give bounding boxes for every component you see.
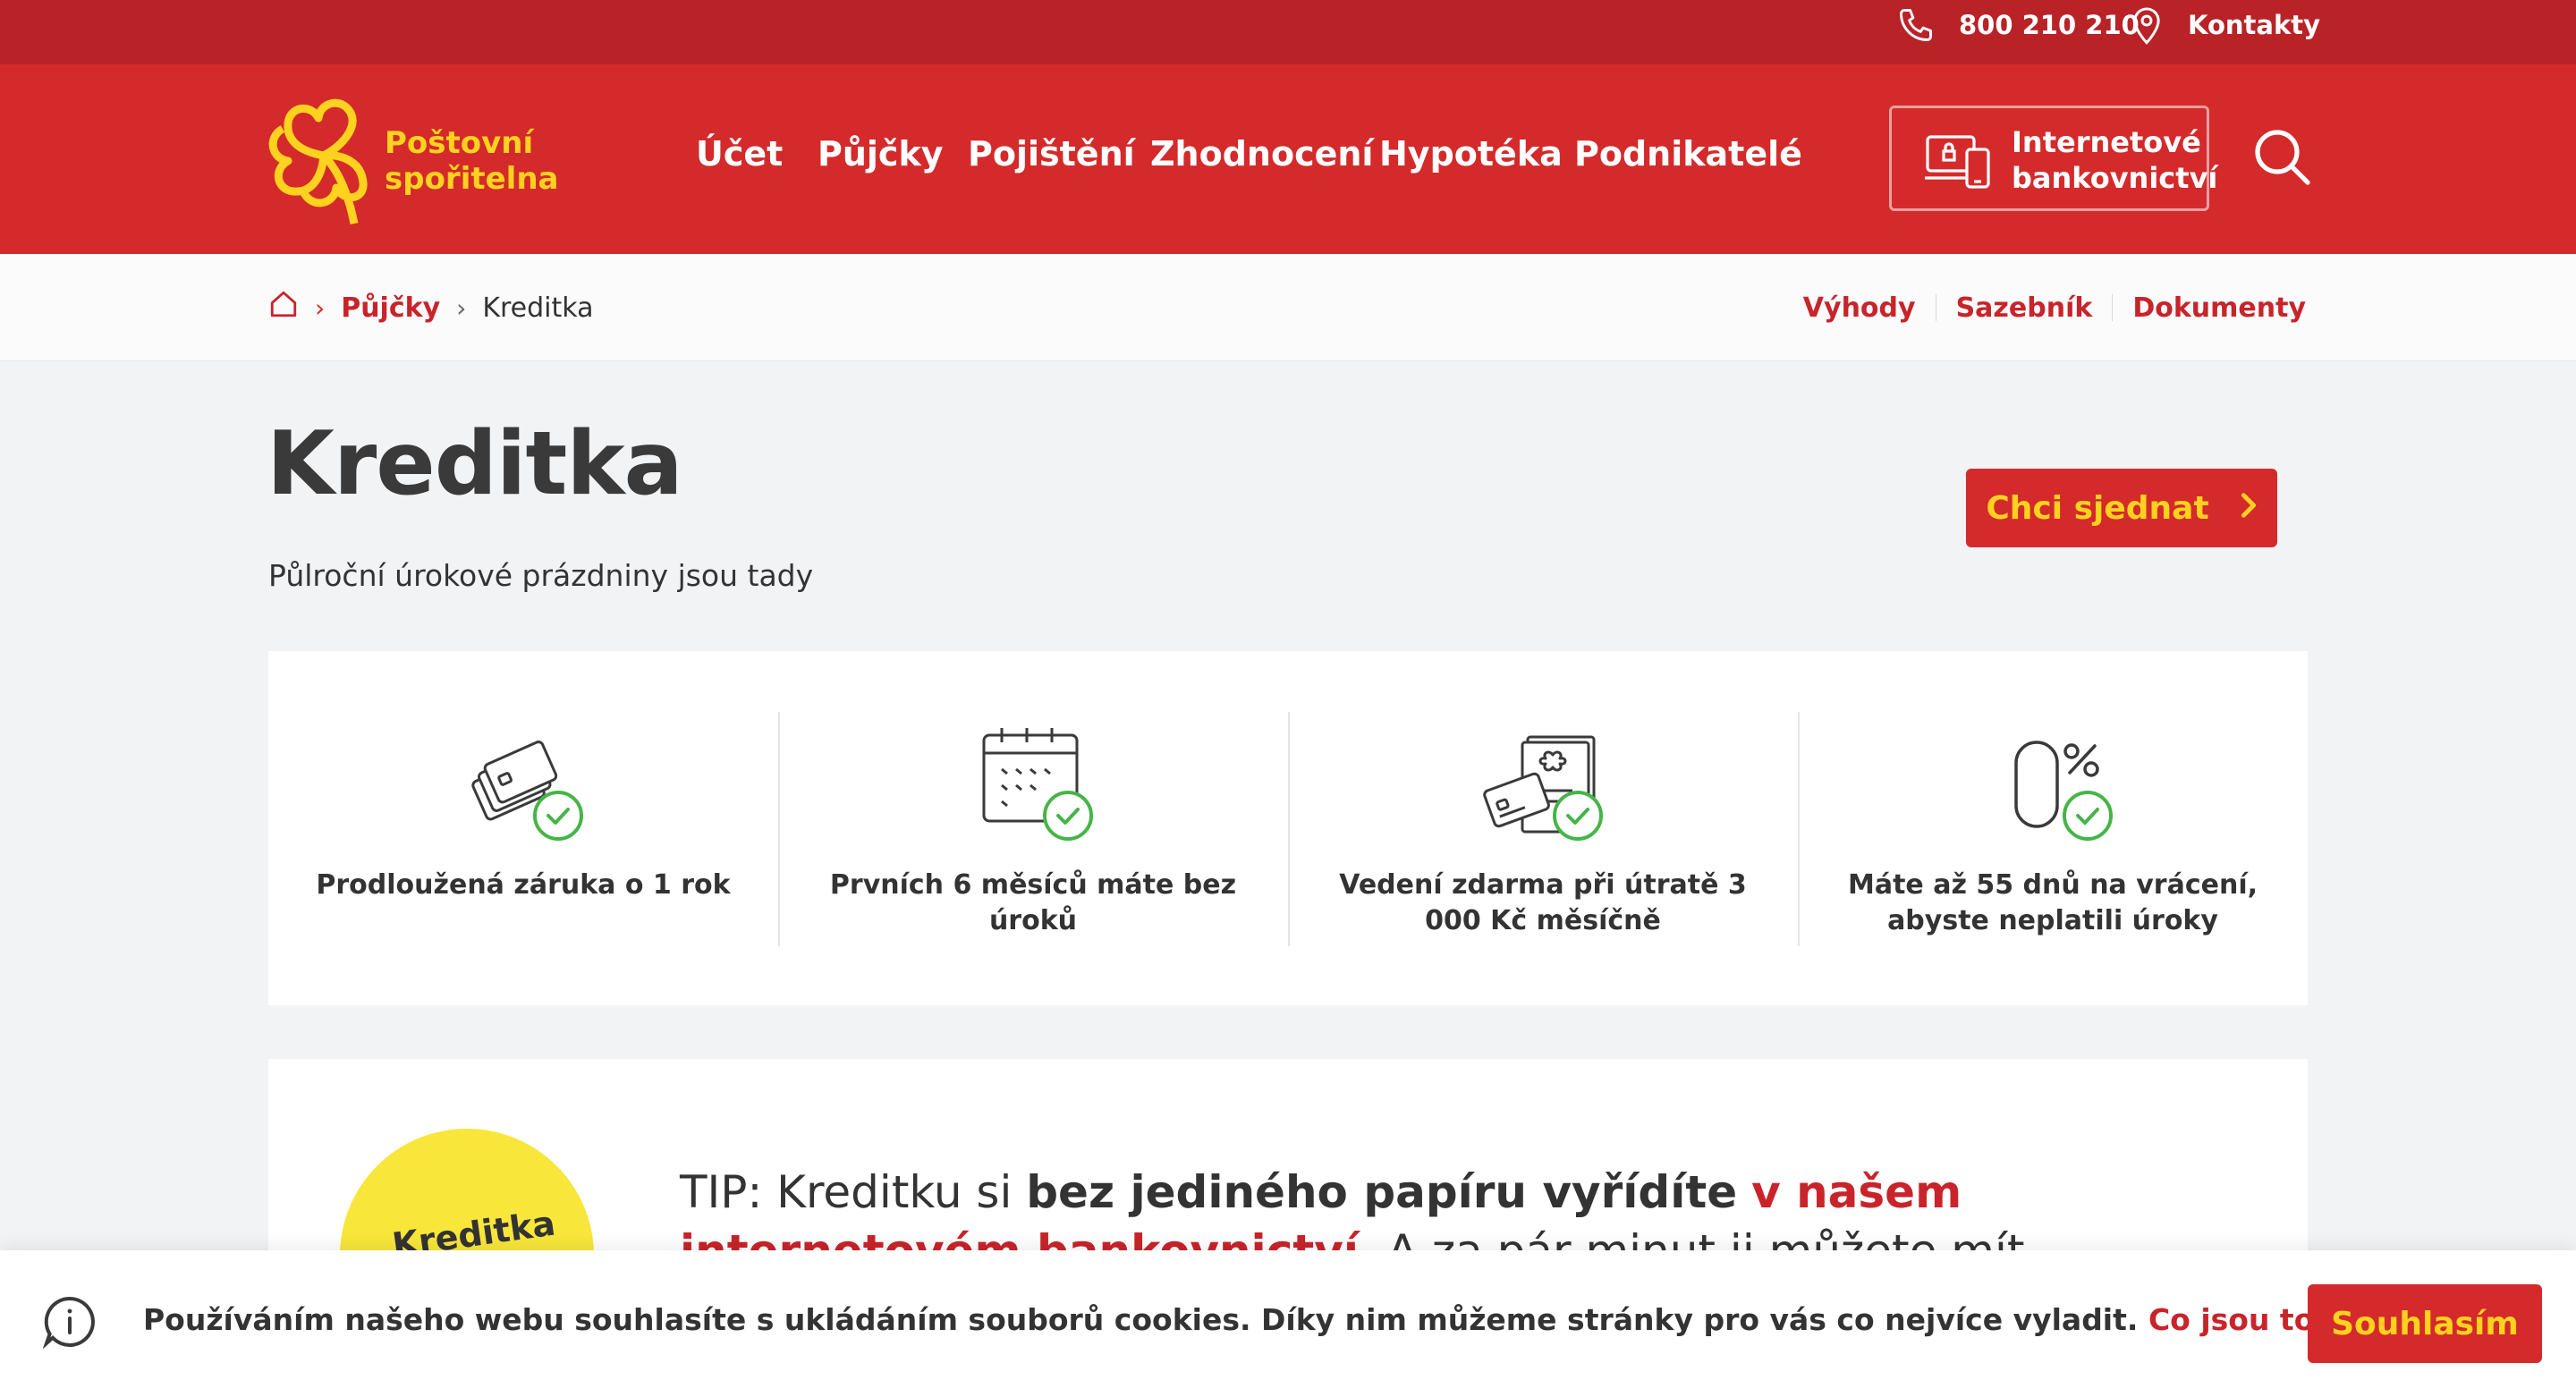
- breadcrumb-bar: › Půjčky › Kreditka Výhody Sazebník Doku…: [0, 254, 2576, 361]
- info-icon: [42, 1295, 97, 1352]
- logo[interactable]: Poštovní spořitelna: [268, 89, 558, 233]
- benefit-item: Vedení zdarma při útratě 3 000 Kč měsíčn…: [1288, 651, 1798, 1005]
- cookie-agree-button[interactable]: Souhlasím: [2308, 1284, 2542, 1363]
- benefit-text: Prvních 6 měsíců máte bez úroků: [829, 869, 1237, 936]
- breadcrumb: › Půjčky › Kreditka: [268, 254, 594, 361]
- benefit-item: Máte až 55 dnů na vrácení, abyste neplat…: [1798, 651, 2308, 1005]
- cookie-banner: Používáním našeho webu souhlasíte s uklá…: [0, 1250, 2576, 1397]
- brand-name: Poštovní spořitelna: [385, 125, 559, 197]
- cookie-message: Používáním našeho webu souhlasíte s uklá…: [143, 1302, 2467, 1337]
- nav-item-ucet[interactable]: Účet: [696, 134, 783, 174]
- page-subtitle: Půlroční úrokové prázdniny jsou tady: [268, 558, 814, 593]
- phone-icon: [1896, 5, 1936, 45]
- benefit-item: Prvních 6 měsíců máte bez úroků: [778, 651, 1288, 1005]
- breadcrumb-current: Kreditka: [482, 292, 594, 324]
- benefit-text: Vedení zdarma při útratě 3 000 Kč měsíčn…: [1339, 869, 1747, 936]
- breadcrumb-pujcky[interactable]: Půjčky: [341, 292, 440, 324]
- benefit-text: Prodloužená záruka o 1 rok: [316, 869, 731, 901]
- nav-item-podnikatele[interactable]: Podnikatelé: [1574, 134, 1802, 174]
- nav-item-hypoteka[interactable]: Hypotéka: [1379, 134, 1563, 174]
- nav-item-pojisteni[interactable]: Pojištění: [968, 134, 1135, 174]
- phone-number: 800 210 210: [1959, 10, 2140, 40]
- cards-check-icon: [456, 715, 590, 850]
- benefit-item: Prodloužená záruka o 1 rok: [268, 651, 778, 1005]
- anchor-sazebnik[interactable]: Sazebník: [1956, 292, 2093, 324]
- divider: [2112, 294, 2114, 321]
- anchor-dokumenty[interactable]: Dokumenty: [2132, 292, 2306, 324]
- contacts-link[interactable]: Kontakty: [2129, 0, 2320, 50]
- phone-link[interactable]: 800 210 210: [1896, 0, 2140, 50]
- cta-label: Chci sjednat: [1986, 489, 2209, 527]
- card-document-check-icon: [1476, 715, 1610, 850]
- nav-item-zhodnoceni[interactable]: Zhodnocení: [1150, 134, 1373, 174]
- nav-item-pujcky[interactable]: Půjčky: [818, 134, 944, 174]
- chevron-right-icon: [2240, 490, 2258, 527]
- chevron-right-icon: ›: [315, 292, 326, 323]
- top-bar: 800 210 210 Kontakty: [0, 0, 2576, 64]
- clover-icon: [268, 98, 368, 224]
- benefits-panel: Prodloužená záruka o 1 rok Prvních 6 měs…: [268, 651, 2308, 1005]
- main-header: Poštovní spořitelna Účet Půjčky Pojištěn…: [0, 64, 2576, 254]
- contacts-label: Kontakty: [2188, 10, 2321, 40]
- home-icon[interactable]: [268, 289, 299, 326]
- device-lock-icon: [1924, 131, 1992, 194]
- internet-banking-button[interactable]: Internetové bankovnictví: [1889, 106, 2217, 211]
- search-icon[interactable]: [2252, 127, 2311, 190]
- calendar-check-icon: [966, 715, 1100, 850]
- internet-banking-label: Internetové bankovnictví: [2012, 125, 2218, 195]
- chevron-right-icon: ›: [456, 292, 467, 323]
- benefit-text: Máte až 55 dnů na vrácení, abyste neplat…: [1847, 869, 2258, 936]
- anchor-vyhody[interactable]: Výhody: [1803, 292, 1916, 324]
- page-anchors: Výhody Sazebník Dokumenty: [1803, 254, 2306, 361]
- location-pin-icon: [2129, 4, 2165, 46]
- page-title: Kreditka: [267, 413, 683, 515]
- zero-percent-check-icon: [1986, 715, 2120, 850]
- chci-sjednat-button[interactable]: Chci sjednat: [1966, 469, 2277, 547]
